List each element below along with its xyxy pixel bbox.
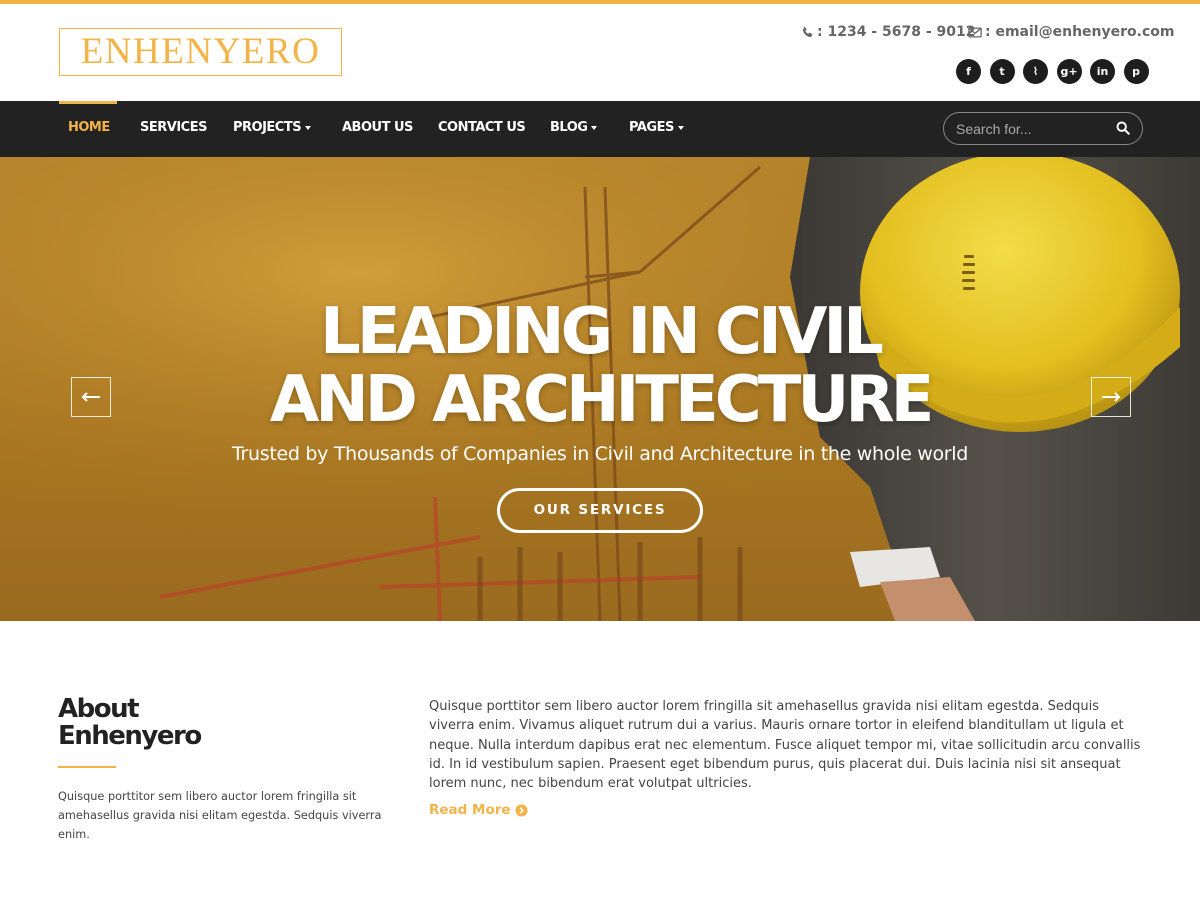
about-long-text: Quisque porttitor sem libero auctor lore…: [429, 699, 1141, 792]
nav-item-blog[interactable]: BLOG: [550, 101, 598, 157]
caret-down-icon: [305, 125, 312, 130]
search-icon[interactable]: [1116, 121, 1132, 137]
caret-down-icon: [677, 125, 684, 130]
arrow-right-icon: [1102, 392, 1121, 402]
nav-item-services[interactable]: SERVICES: [140, 101, 207, 157]
hero-subtitle: Trusted by Thousands of Companies in Civ…: [231, 443, 969, 465]
twitter-icon[interactable]: t: [989, 59, 1015, 84]
about-divider: [58, 766, 116, 768]
google-plus-icon[interactable]: g+: [1056, 59, 1082, 84]
contact-phone-text: : 1234 - 5678 - 9012: [817, 24, 976, 40]
contact-email-text[interactable]: : email@enhenyero.com: [985, 24, 1174, 40]
site-header: ENHENYERO : 1234 - 5678 - 9012 : email@e…: [0, 4, 1200, 101]
linkedin-icon[interactable]: in: [1090, 59, 1115, 84]
arrow-left-icon: [81, 392, 100, 402]
arrow-circle-right-icon: [515, 803, 528, 817]
read-more-link[interactable]: Read More: [429, 802, 528, 818]
envelope-icon: [968, 26, 982, 38]
slider-prev-button[interactable]: [71, 377, 111, 417]
facebook-icon[interactable]: f: [956, 59, 981, 84]
pinterest-icon[interactable]: p: [1123, 59, 1149, 84]
hero-title-line-2: AND ARCHITECTURE: [269, 363, 935, 437]
phone-icon: [801, 26, 814, 39]
read-more-label: Read More: [429, 802, 511, 818]
contact-phone: : 1234 - 5678 - 9012: [801, 24, 975, 40]
about-heading: About Enhenyero: [58, 696, 318, 750]
about-short-text: Quisque porttitor sem libero auctor lore…: [58, 790, 382, 841]
about-heading-line-2: Enhenyero: [58, 721, 202, 751]
search-box: [943, 112, 1143, 145]
caret-down-icon: [591, 125, 598, 130]
site-logo[interactable]: ENHENYERO: [59, 28, 342, 76]
nav-item-home[interactable]: HOME: [68, 101, 110, 157]
slider-next-button[interactable]: [1091, 377, 1131, 417]
hero-title-line-1: LEADING IN CIVIL: [320, 295, 884, 369]
search-input[interactable]: [956, 113, 1106, 144]
hero-slider: LEADING IN CIVIL AND ARCHITECTURE Truste…: [0, 157, 1200, 621]
nav-item-projects[interactable]: PROJECTS: [233, 101, 312, 157]
nav-item-contact-us[interactable]: CONTACT US: [438, 101, 526, 157]
about-heading-line-1: About: [58, 694, 140, 724]
rss-icon[interactable]: ⌇: [1023, 59, 1048, 84]
main-navigation: HOME SERVICES PROJECTS ABOUT US CONTACT …: [0, 101, 1200, 157]
our-services-button[interactable]: OUR SERVICES: [497, 488, 703, 533]
social-links: f t ⌇ g+ in p: [956, 59, 1149, 84]
nav-item-pages[interactable]: PAGES: [629, 101, 684, 157]
contact-email: : email@enhenyero.com: [968, 24, 1174, 40]
nav-item-about-us[interactable]: ABOUT US: [342, 101, 413, 157]
